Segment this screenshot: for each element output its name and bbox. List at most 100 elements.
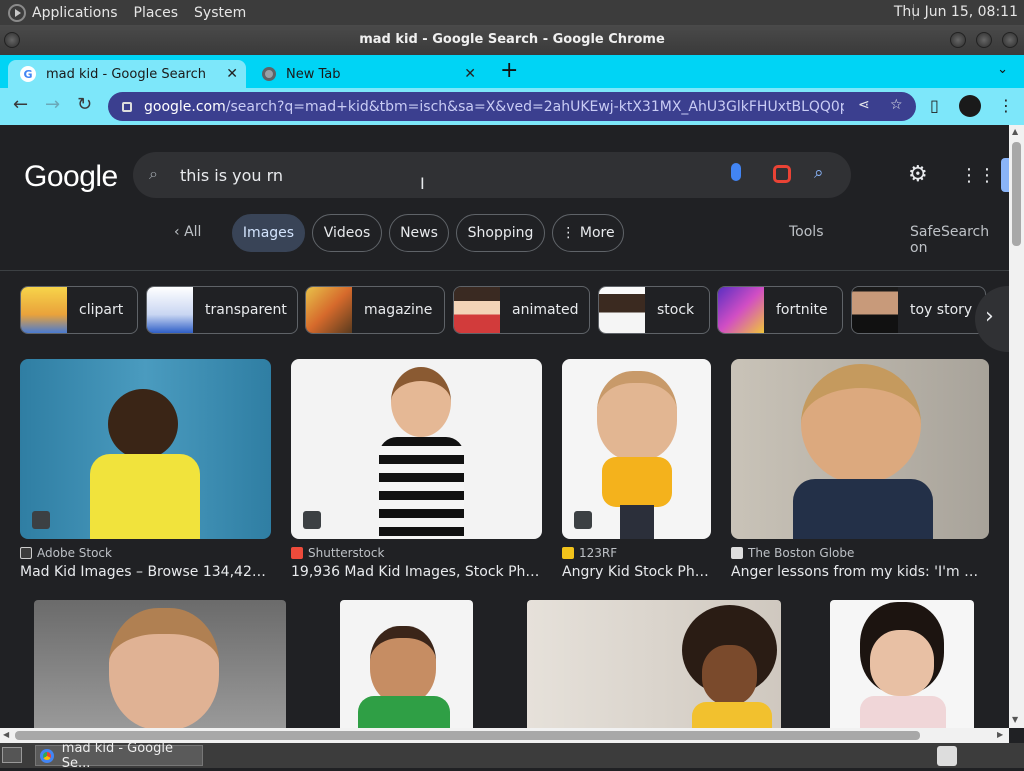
- forward-arrow-icon[interactable]: →: [45, 94, 60, 115]
- bottom-taskbar: mad kid - Google Se...: [0, 741, 1024, 771]
- show-desktop-icon[interactable]: [2, 747, 22, 763]
- search-input[interactable]: [180, 162, 700, 188]
- address-bar[interactable]: google.com/search?q=mad+kid&tbm=isch&sa=…: [108, 92, 916, 121]
- chip-thumbnail: [147, 287, 193, 333]
- tab-new-tab[interactable]: New Tab ✕: [250, 60, 490, 88]
- result-image[interactable]: [34, 600, 286, 728]
- related-chip[interactable]: stock: [598, 286, 710, 334]
- result-source[interactable]: The Boston Globe: [731, 546, 989, 560]
- result-image[interactable]: [562, 359, 711, 539]
- related-chip[interactable]: transparent: [146, 286, 298, 334]
- browser-toolbar: ← → ↻ google.com/search?q=mad+kid&tbm=is…: [0, 88, 1024, 125]
- search-filters: ‹ All Images Videos News Shopping ⋮ More…: [0, 214, 1009, 256]
- result-title[interactable]: Mad Kid Images – Browse 134,421 Stock Ph…: [20, 564, 271, 580]
- image-result[interactable]: The Boston Globe Anger lessons from my k…: [731, 359, 989, 580]
- tab-images[interactable]: Images: [232, 214, 305, 252]
- chip-thumbnail: [599, 287, 645, 333]
- sign-in-button[interactable]: [1001, 158, 1009, 192]
- scroll-up-icon[interactable]: ▲: [1012, 127, 1018, 136]
- new-tab-plus-icon[interactable]: +: [500, 58, 518, 83]
- gear-icon[interactable]: ⚙: [908, 162, 928, 187]
- chrome-favicon-icon: [262, 67, 276, 81]
- gnome-foot-icon[interactable]: [8, 3, 26, 22]
- chip-thumbnail: [21, 287, 67, 333]
- tab-more[interactable]: ⋮ More: [552, 214, 624, 252]
- related-chip[interactable]: clipart: [20, 286, 138, 334]
- google-logo[interactable]: Google: [24, 160, 118, 194]
- tray-chrome-icon[interactable]: [937, 746, 957, 766]
- result-source[interactable]: 123RF: [562, 546, 711, 560]
- profile-avatar-icon[interactable]: [959, 95, 981, 117]
- side-panel-icon[interactable]: ▯: [930, 96, 939, 115]
- scroll-thumb[interactable]: [15, 731, 920, 740]
- bookmark-star-icon[interactable]: ☆: [890, 97, 903, 113]
- scroll-thumb[interactable]: [1012, 142, 1021, 246]
- vertical-scrollbar[interactable]: ▲ ▼: [1009, 125, 1024, 728]
- result-title[interactable]: Anger lessons from my kids: 'I'm mad ...: [731, 564, 989, 580]
- tab-videos[interactable]: Videos: [312, 214, 382, 252]
- scroll-down-icon[interactable]: ▼: [1012, 715, 1018, 724]
- tab-news[interactable]: News: [389, 214, 449, 252]
- chevron-down-icon[interactable]: ⌄: [997, 62, 1008, 77]
- related-chip[interactable]: magazine: [305, 286, 445, 334]
- result-image[interactable]: [527, 600, 781, 728]
- applications-menu[interactable]: Applications: [32, 5, 118, 21]
- window-titlebar[interactable]: mad kid - Google Search - Google Chrome: [0, 25, 1024, 55]
- close-window-button[interactable]: [1002, 32, 1018, 48]
- url-text[interactable]: google.com/search?q=mad+kid&tbm=isch&sa=…: [144, 99, 844, 115]
- divider: [0, 270, 1009, 271]
- tab-shopping[interactable]: Shopping: [456, 214, 545, 252]
- safesearch-button[interactable]: SafeSearch on: [910, 224, 1009, 256]
- chip-thumbnail: [718, 287, 764, 333]
- image-result[interactable]: 123RF Angry Kid Stock Photos and Images: [562, 359, 711, 580]
- image-result[interactable]: Shutterstock 19,936 Mad Kid Images, Stoc…: [291, 359, 542, 580]
- window-title: mad kid - Google Search - Google Chrome: [359, 32, 665, 47]
- minimize-button[interactable]: [950, 32, 966, 48]
- google-lens-icon[interactable]: [773, 165, 791, 183]
- scroll-right-icon[interactable]: ▶: [997, 730, 1003, 739]
- reload-icon[interactable]: ↻: [77, 94, 92, 115]
- top-panel: Applications Places System Thu Jun 15, 0…: [0, 0, 1024, 25]
- back-arrow-icon[interactable]: ←: [13, 94, 28, 115]
- result-image[interactable]: [340, 600, 473, 728]
- search-icon: ⌕: [149, 164, 158, 183]
- google-images-page: Google ⌕ ⌕ I ⚙ ⋮⋮⋮ ‹ All Images Videos N…: [0, 125, 1009, 728]
- tab-label: mad kid - Google Search: [46, 66, 206, 82]
- search-submit-icon[interactable]: ⌕: [814, 163, 824, 183]
- result-image[interactable]: [830, 600, 974, 728]
- system-menu[interactable]: System: [194, 5, 246, 21]
- related-chip[interactable]: animated: [453, 286, 590, 334]
- close-icon[interactable]: ✕: [226, 66, 238, 82]
- close-icon[interactable]: ✕: [464, 66, 476, 82]
- tab-label: New Tab: [286, 66, 341, 82]
- image-badge-icon: [574, 511, 592, 529]
- kebab-menu-icon[interactable]: ⋮: [998, 96, 1014, 115]
- taskbar-window-button[interactable]: mad kid - Google Se...: [35, 741, 203, 771]
- image-badge-icon: [303, 511, 321, 529]
- result-title[interactable]: Angry Kid Stock Photos and Images: [562, 564, 711, 580]
- result-image[interactable]: [731, 359, 989, 539]
- window-menu-button[interactable]: [4, 32, 20, 48]
- result-title[interactable]: 19,936 Mad Kid Images, Stock Photos & Ve…: [291, 564, 542, 580]
- share-icon[interactable]: ⋖: [858, 97, 870, 113]
- maximize-button[interactable]: [976, 32, 992, 48]
- clock[interactable]: Thu Jun 15, 08:11: [894, 4, 1018, 20]
- result-source[interactable]: Adobe Stock: [20, 546, 271, 560]
- result-image[interactable]: [291, 359, 542, 539]
- microphone-icon[interactable]: [731, 163, 741, 181]
- image-result[interactable]: Adobe Stock Mad Kid Images – Browse 134,…: [20, 359, 271, 580]
- tools-button[interactable]: Tools: [789, 224, 824, 240]
- lock-icon[interactable]: [122, 101, 132, 112]
- related-searches: clipart transparent magazine animated st…: [0, 286, 1009, 336]
- chip-thumbnail: [852, 287, 898, 333]
- related-chip[interactable]: fortnite: [717, 286, 843, 334]
- tab-google-search[interactable]: G mad kid - Google Search ✕: [8, 60, 246, 88]
- google-favicon-icon: G: [20, 66, 36, 82]
- search-box[interactable]: ⌕ ⌕: [133, 152, 851, 198]
- scroll-left-icon[interactable]: ◀: [3, 730, 9, 739]
- result-image[interactable]: [20, 359, 271, 539]
- places-menu[interactable]: Places: [134, 5, 179, 21]
- related-chip[interactable]: toy story: [851, 286, 986, 334]
- tab-all[interactable]: ‹ All: [174, 224, 201, 240]
- result-source[interactable]: Shutterstock: [291, 546, 542, 560]
